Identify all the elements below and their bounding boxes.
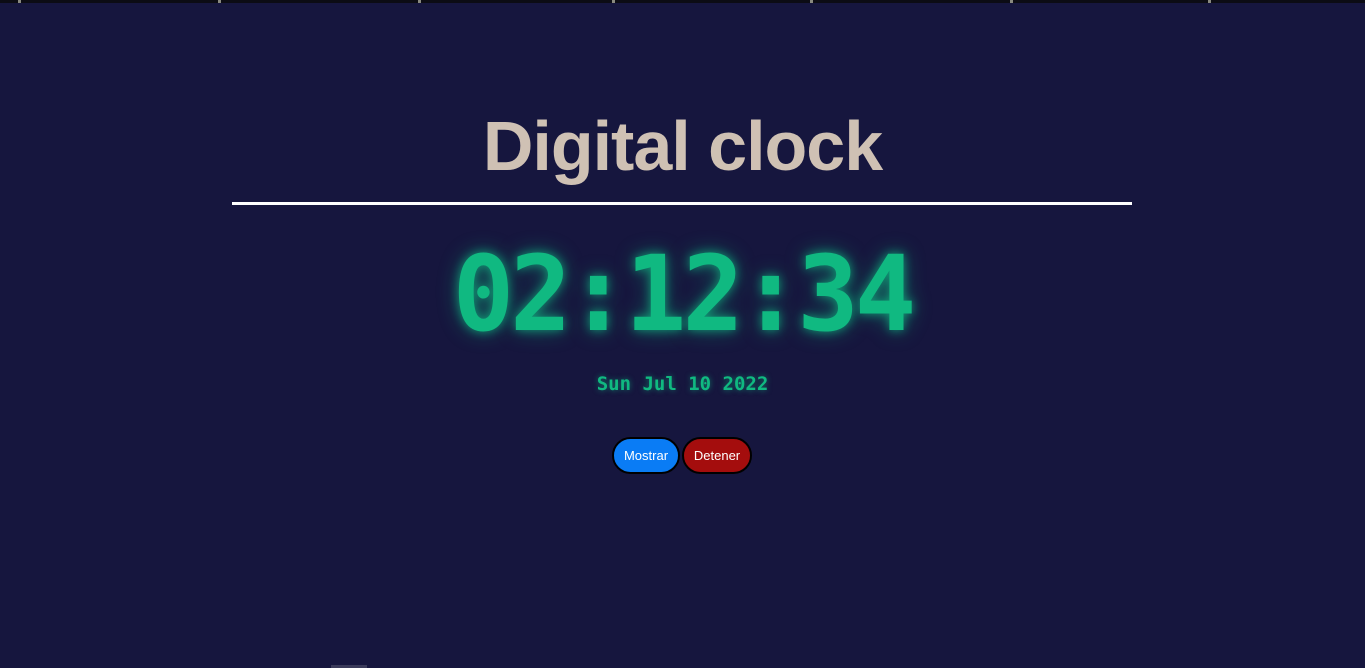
edge-tick — [218, 0, 221, 3]
stop-button[interactable]: Detener — [682, 437, 752, 474]
edge-tick — [612, 0, 615, 3]
page-title: Digital clock — [482, 107, 883, 185]
show-button[interactable]: Mostrar — [612, 437, 680, 474]
clock-controls: Mostrar Detener — [612, 437, 752, 474]
clock-date-display: Sun Jul 10 2022 — [596, 373, 769, 395]
edge-tick — [418, 0, 421, 3]
edge-tick — [810, 0, 813, 3]
edge-tick — [1010, 0, 1013, 3]
edge-tick — [1208, 0, 1211, 3]
edge-tick — [18, 0, 21, 3]
title-divider — [232, 202, 1132, 205]
top-edge-strip — [0, 0, 1365, 3]
clock-time-display: 02:12:34 — [452, 233, 916, 355]
